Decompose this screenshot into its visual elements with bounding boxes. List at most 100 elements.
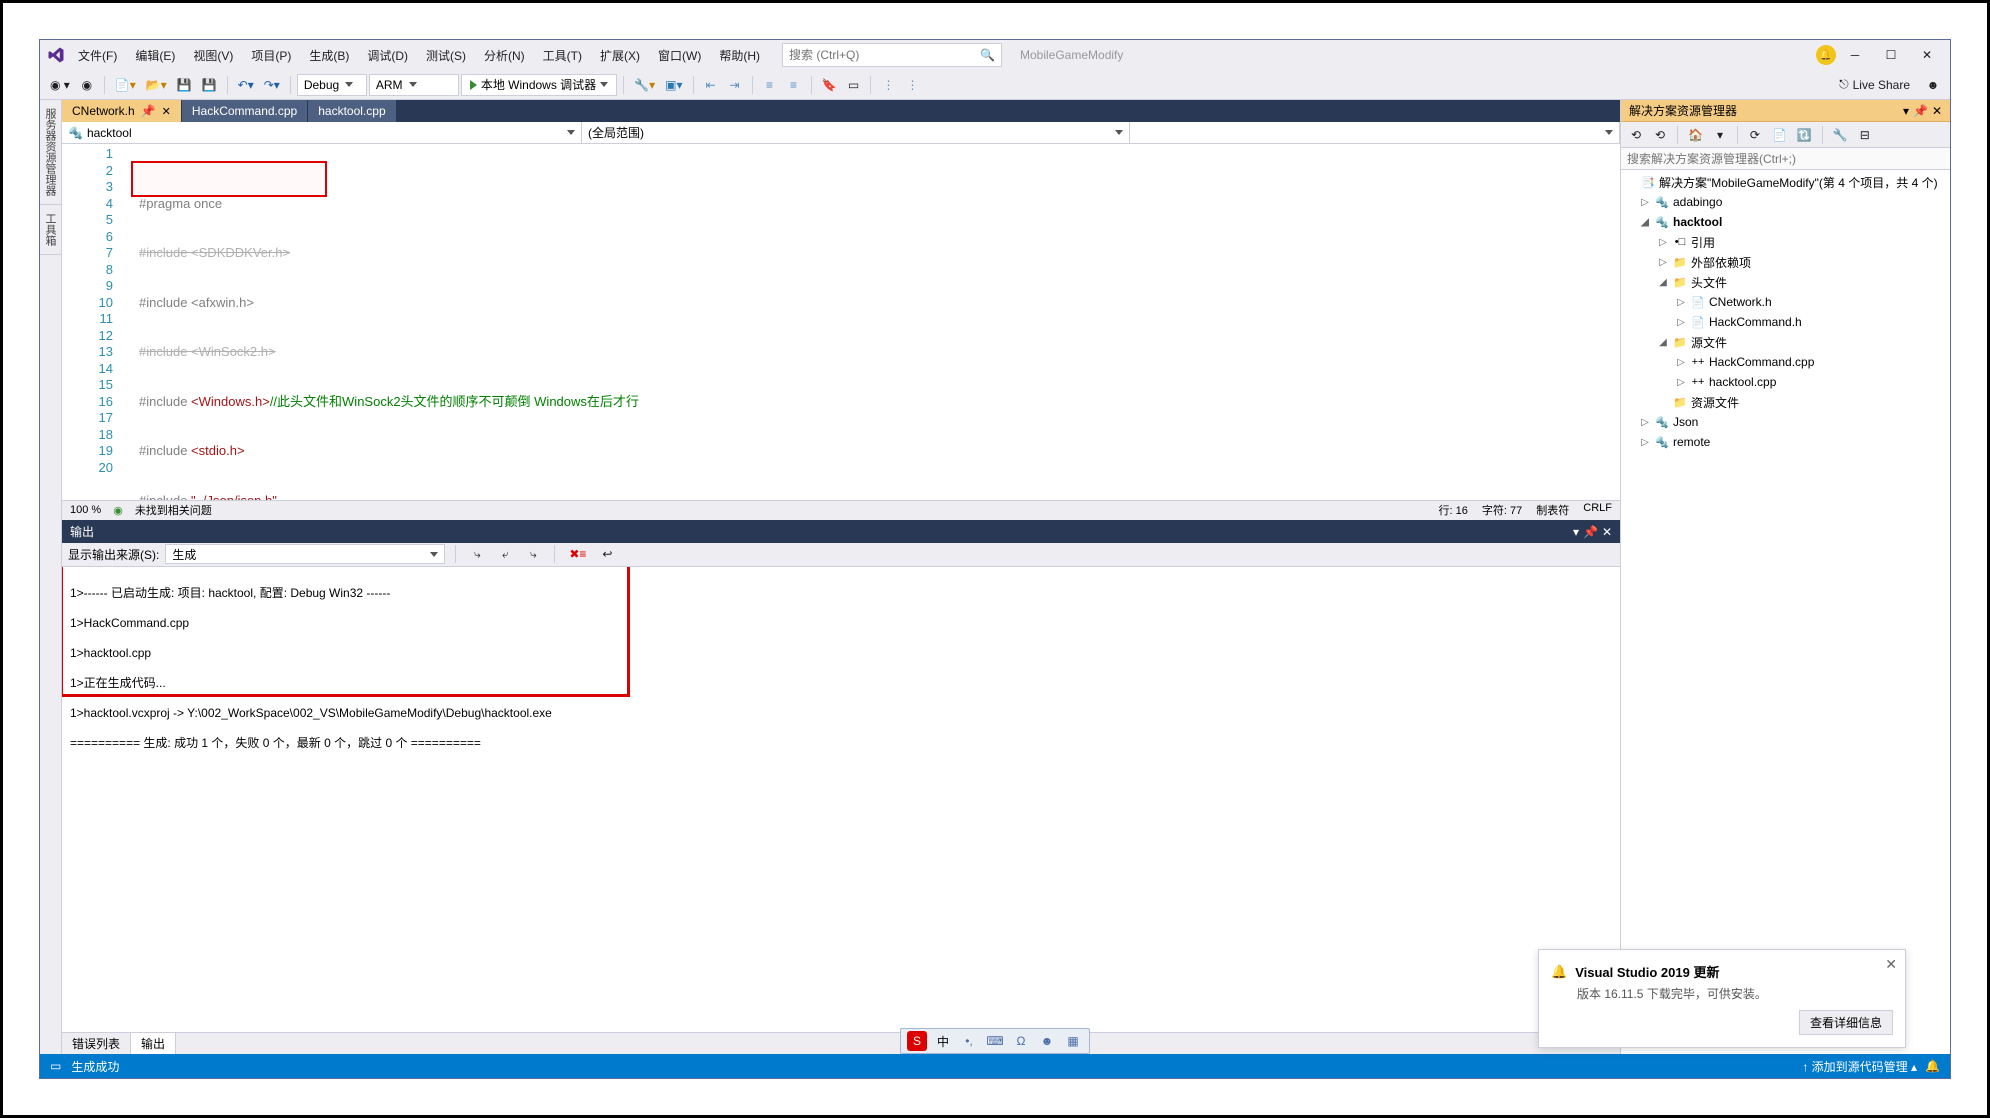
toolbar-btn-5[interactable]: ⋮ <box>901 74 923 96</box>
minimize-button[interactable]: ─ <box>1838 42 1872 68</box>
close-button[interactable]: ✕ <box>1910 42 1944 68</box>
toolbar-btn-2[interactable]: ▣▾ <box>661 74 686 96</box>
menu-window[interactable]: 窗口(W) <box>652 43 707 68</box>
platform-dropdown[interactable]: ARM <box>369 74 459 96</box>
open-file-button[interactable]: 📂▾ <box>142 74 171 96</box>
toolbox-tab[interactable]: 工具箱 <box>40 205 61 255</box>
save-all-button[interactable]: 💾 <box>198 74 221 96</box>
menu-test[interactable]: 测试(S) <box>420 43 472 68</box>
undo-button[interactable]: ↶▾ <box>234 74 258 96</box>
zoom-level[interactable]: 100 % <box>70 504 101 516</box>
error-list-tab[interactable]: 错误列表 <box>62 1033 131 1054</box>
ime-face-icon[interactable]: ☻ <box>1037 1031 1057 1051</box>
menu-file[interactable]: 文件(F) <box>72 43 123 68</box>
tree-references[interactable]: ▷•□引用 <box>1621 232 1950 252</box>
nav-back-button[interactable]: ◉ ▾ <box>46 74 74 96</box>
indent-right-button[interactable]: ⇥ <box>724 74 746 96</box>
menu-build[interactable]: 生成(B) <box>303 43 355 68</box>
menu-help[interactable]: 帮助(H) <box>713 43 766 68</box>
add-source-control[interactable]: ↑ 添加到源代码管理 ▴ <box>1802 1058 1917 1075</box>
se-sync-button[interactable]: ⟳ <box>1744 124 1766 146</box>
indent-mode[interactable]: 制表符 <box>1536 502 1569 518</box>
close-icon[interactable]: ✕ <box>1932 104 1942 118</box>
ime-keyboard-icon[interactable]: ⌨ <box>985 1031 1005 1051</box>
solution-explorer-search[interactable] <box>1621 148 1950 170</box>
se-refresh-button[interactable]: 🔃 <box>1793 124 1816 146</box>
tree-file-hackcommand-cpp[interactable]: ▷++HackCommand.cpp <box>1621 352 1950 372</box>
quick-launch-search[interactable]: 🔍 <box>782 43 1002 67</box>
se-search-input[interactable] <box>1621 148 1950 169</box>
ime-omega-icon[interactable]: Ω <box>1011 1031 1031 1051</box>
menu-analyze[interactable]: 分析(N) <box>478 43 531 68</box>
close-icon[interactable]: ✕ <box>1602 525 1612 539</box>
se-properties-button[interactable]: 🔧 <box>1829 124 1852 146</box>
tab-hacktool[interactable]: hacktool.cpp <box>308 100 396 122</box>
menu-tools[interactable]: 工具(T) <box>537 43 588 68</box>
ime-logo-icon[interactable]: S <box>907 1031 927 1051</box>
tree-project-hacktool[interactable]: ◢🔩hacktool <box>1621 212 1950 232</box>
pin-icon[interactable]: 📌 <box>1913 104 1928 118</box>
se-home-icon[interactable]: 🏠 <box>1684 124 1707 146</box>
toolbar-btn-4[interactable]: ⋮ <box>877 74 899 96</box>
pin-icon[interactable]: 📌 <box>141 104 156 118</box>
clear-output-button[interactable]: ✖≡ <box>565 543 590 565</box>
tree-file-hackcommand-h[interactable]: ▷📄HackCommand.h <box>1621 312 1950 332</box>
output-btn-2[interactable]: ⤶ <box>494 543 516 565</box>
member-dropdown[interactable] <box>1130 122 1620 143</box>
se-home-button[interactable]: ⟲ <box>1625 124 1647 146</box>
se-btn-3[interactable]: ⊟ <box>1854 124 1876 146</box>
panel-menu-icon[interactable]: ▾ <box>1573 525 1579 539</box>
ime-lang-button[interactable]: 中 <box>933 1031 953 1051</box>
ime-punct-icon[interactable]: •, <box>959 1031 979 1051</box>
ime-menu-icon[interactable]: ▦ <box>1063 1031 1083 1051</box>
menu-debug[interactable]: 调试(D) <box>361 43 414 68</box>
line-ending[interactable]: CRLF <box>1583 502 1612 518</box>
tree-external[interactable]: ▷📁外部依赖项 <box>1621 252 1950 272</box>
solution-tree[interactable]: 📑解决方案"MobileGameModify"(第 4 个项目，共 4 个) ▷… <box>1621 170 1950 1054</box>
menu-project[interactable]: 项目(P) <box>245 43 297 68</box>
ime-toolbar[interactable]: S 中 •, ⌨ Ω ☻ ▦ <box>900 1028 1090 1054</box>
panel-menu-icon[interactable]: ▾ <box>1903 104 1909 118</box>
uncomment-button[interactable]: ≡ <box>783 74 805 96</box>
search-input[interactable] <box>789 48 980 62</box>
se-back-button[interactable]: ⟲ <box>1649 124 1671 146</box>
se-btn-2[interactable]: ▾ <box>1709 124 1731 146</box>
toolbar-btn-3[interactable]: ▭ <box>842 74 864 96</box>
tree-resources[interactable]: 📁资源文件 <box>1621 392 1950 412</box>
menu-extensions[interactable]: 扩展(X) <box>594 43 646 68</box>
scope-dropdown[interactable]: 🔩 hacktool <box>62 122 582 143</box>
wrap-output-button[interactable]: ↩ <box>596 543 618 565</box>
toast-details-button[interactable]: 查看详细信息 <box>1799 1010 1893 1035</box>
start-debug-button[interactable]: 本地 Windows 调试器 <box>461 74 617 96</box>
save-button[interactable]: 💾 <box>173 74 196 96</box>
function-dropdown[interactable]: (全局范围) <box>582 122 1130 143</box>
server-explorer-tab[interactable]: 服务器资源管理器 <box>40 100 61 205</box>
tree-project-adabingo[interactable]: ▷🔩adabingo <box>1621 192 1950 212</box>
menu-edit[interactable]: 编辑(E) <box>129 43 181 68</box>
tree-sources[interactable]: ◢📁源文件 <box>1621 332 1950 352</box>
maximize-button[interactable]: ☐ <box>1874 42 1908 68</box>
code-area[interactable]: #pragma once #include <SDKDDKVer.h> #inc… <box>127 144 1620 500</box>
output-text[interactable]: 1>------ 已启动生成: 项目: hacktool, 配置: Debug … <box>62 567 1620 1032</box>
output-source-dropdown[interactable]: 生成 <box>165 544 445 564</box>
tab-cnetwork[interactable]: CNetwork.h📌✕ <box>62 100 182 122</box>
output-tab[interactable]: 输出 <box>131 1033 176 1054</box>
comment-button[interactable]: ≡ <box>759 74 781 96</box>
pin-icon[interactable]: 📌 <box>1583 525 1598 539</box>
output-btn-1[interactable]: ⤷ <box>466 543 488 565</box>
notifications-icon[interactable]: 🔔 <box>1925 1059 1940 1073</box>
tree-file-hacktool-cpp[interactable]: ▷++hacktool.cpp <box>1621 372 1950 392</box>
config-dropdown[interactable]: Debug <box>297 74 367 96</box>
indent-left-button[interactable]: ⇤ <box>700 74 722 96</box>
live-share-button[interactable]: ⎋ Live Share <box>1839 77 1910 92</box>
nav-forward-button[interactable]: ◉ <box>76 74 98 96</box>
bookmark-button[interactable]: 🔖 <box>818 74 841 96</box>
tree-headers[interactable]: ◢📁头文件 <box>1621 272 1950 292</box>
output-btn-3[interactable]: ⤷ <box>522 543 544 565</box>
tree-project-json[interactable]: ▷🔩Json <box>1621 412 1950 432</box>
menu-view[interactable]: 视图(V) <box>187 43 239 68</box>
tree-solution[interactable]: 📑解决方案"MobileGameModify"(第 4 个项目，共 4 个) <box>1621 172 1950 192</box>
se-showall-button[interactable]: 📄 <box>1768 124 1791 146</box>
redo-button[interactable]: ↷▾ <box>260 74 284 96</box>
new-project-button[interactable]: 📄▾ <box>111 74 140 96</box>
